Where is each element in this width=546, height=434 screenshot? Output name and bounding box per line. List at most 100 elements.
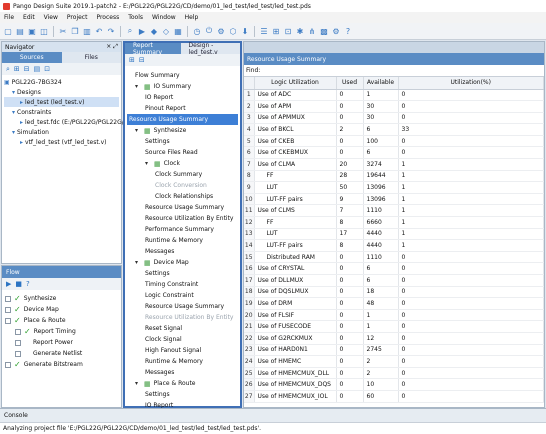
chevron-down-icon[interactable]: ▾ [135, 380, 141, 387]
flow-item[interactable]: ✓ Device Map [5, 304, 118, 315]
menu-project[interactable]: Project [67, 14, 88, 21]
search-icon[interactable]: ⌕ [6, 65, 10, 74]
flow-item[interactable]: ✓ Generate Bitstream [5, 359, 118, 370]
tab-files[interactable]: Files [61, 52, 121, 63]
checkbox[interactable] [5, 361, 11, 368]
help-icon[interactable]: ? [343, 26, 353, 36]
report-item[interactable]: Settings [135, 268, 238, 279]
tree-item[interactable]: ▾ Designs [4, 87, 119, 97]
chevron-down-icon[interactable]: ▾ [145, 160, 151, 167]
table-row[interactable]: 26 Use of HMEMCMUX_DQS 0 10 0 [244, 378, 544, 391]
schematic-icon[interactable]: ⊡ [283, 26, 293, 36]
expand-icon[interactable]: ⊞ [129, 56, 135, 64]
map-icon[interactable]: ◇ [161, 26, 171, 36]
table-row[interactable]: 1 Use of ADC 0 1 0 [244, 89, 544, 102]
table-row[interactable]: 25 Use of HMEMCMUX_DLL 0 2 0 [244, 367, 544, 380]
chevron-down-icon[interactable]: ▾ [135, 127, 141, 134]
report-item[interactable]: Clock Signal [135, 334, 238, 345]
redo-icon[interactable]: ↷ [106, 26, 116, 36]
column-header[interactable]: Available [363, 77, 399, 90]
table-row[interactable]: 11 Use of CLMS 7 1110 1 [244, 204, 544, 218]
report-item[interactable]: Clock Summary [135, 169, 238, 180]
report-item[interactable]: Logic Constraint [135, 290, 238, 301]
undo-icon[interactable]: ↶ [94, 26, 104, 36]
compile-icon[interactable]: ▶ [137, 26, 147, 36]
ip-compiler-icon[interactable]: ☰ [259, 26, 269, 36]
tree-item[interactable]: ▸ led_test (led_test.v) [4, 97, 119, 107]
report-item[interactable]: Reset Signal [135, 323, 238, 334]
paste-icon[interactable]: ▥ [82, 26, 92, 36]
checkbox[interactable] [5, 317, 11, 324]
table-row[interactable]: 9 LUT 50 13096 1 [244, 181, 544, 194]
timing-icon[interactable]: ◷ [192, 26, 202, 36]
table-row[interactable]: 10 LUT-FF pairs 9 13096 1 [244, 193, 544, 206]
table-row[interactable]: 6 Use of CKEBMUX 0 6 0 [244, 146, 544, 160]
report-item[interactable]: Settings [135, 389, 238, 400]
flow-item[interactable]: ✓ Report Timing [5, 326, 118, 337]
program-icon[interactable]: ⬇ [240, 26, 250, 36]
find-icon[interactable]: ⌕ [125, 26, 135, 36]
report-item[interactable]: Runtime & Memory [135, 235, 238, 246]
report-item[interactable]: Resource Usage Summary [127, 114, 238, 125]
table-row[interactable]: 21 Use of FUSECODE 0 1 0 [244, 320, 544, 333]
column-header[interactable]: Used [336, 77, 364, 90]
checkbox[interactable] [15, 339, 21, 346]
report-item[interactable]: Source Files Read [135, 147, 238, 158]
menu-help[interactable]: Help [185, 14, 199, 21]
report-item[interactable]: Messages [135, 367, 238, 378]
report-item[interactable]: ▾ ▦ Synthesize [135, 125, 238, 136]
flow-item[interactable]: Generate Netlist [5, 348, 118, 359]
table-row[interactable]: 17 Use of DLLMUX 0 6 0 [244, 274, 544, 287]
report-item[interactable]: IO Report [135, 92, 238, 103]
table-row[interactable]: 19 Use of DRM 0 48 0 [244, 297, 544, 310]
report-item[interactable]: Settings [135, 136, 238, 147]
expand-icon[interactable]: ⊞ [14, 65, 20, 73]
column-header[interactable]: Utilization(%) [398, 77, 544, 90]
table-row[interactable]: 23 Use of HARD0N1 0 2745 0 [244, 344, 544, 357]
flow-item[interactable]: ✓ Place & Route [5, 315, 118, 326]
report-item[interactable]: ▾ ▦ Device Map [135, 257, 238, 268]
table-row[interactable]: 3 Use of APMMUX 0 30 0 [244, 112, 544, 125]
table-row[interactable]: 2 Use of APM 0 30 0 [244, 100, 544, 113]
find-input[interactable] [263, 66, 544, 75]
debugger-icon[interactable]: ✱ [295, 26, 305, 36]
tree-item[interactable]: ▾ Simulation [4, 127, 119, 137]
report-item[interactable]: Messages [135, 246, 238, 257]
flow-item[interactable]: Report Power [5, 337, 118, 348]
synthesize-icon[interactable]: ◆ [149, 26, 159, 36]
report-item[interactable]: High Fanout Signal [135, 345, 238, 356]
place-route-icon[interactable]: ▦ [173, 26, 183, 36]
report-item[interactable]: Runtime & Memory [135, 356, 238, 367]
chevron-down-icon[interactable]: ▾ [135, 83, 141, 90]
table-row[interactable]: 12 FF 8 6660 1 [244, 216, 544, 229]
checkbox[interactable] [15, 350, 21, 357]
table-row[interactable]: 8 FF 28 19644 1 [244, 170, 544, 183]
tab-design-led-test[interactable]: Design - led_test.v [180, 42, 240, 56]
settings-icon[interactable]: ⚙ [331, 26, 341, 36]
menu-edit[interactable]: Edit [23, 14, 35, 21]
report-item[interactable]: ▾ ▦ Place & Route [135, 378, 238, 389]
chip-icon[interactable]: ▩ [319, 26, 329, 36]
table-row[interactable]: 24 Use of HMEMC 0 2 0 [244, 355, 544, 368]
close-icon[interactable]: × ⤢ [106, 43, 118, 51]
copy-icon[interactable]: ❐ [70, 26, 80, 36]
chevron-down-icon[interactable]: ▾ [135, 259, 141, 266]
stop-icon[interactable]: ■ [15, 280, 22, 288]
bitstream-icon[interactable]: ⬡ [228, 26, 238, 36]
netlist-icon[interactable]: ⚙ [216, 26, 226, 36]
table-row[interactable]: 5 Use of CKEB 0 100 0 [244, 135, 544, 148]
table-row[interactable]: 18 Use of DQSLMUX 0 18 0 [244, 286, 544, 299]
flow-item[interactable]: ✓ Synthesize [5, 293, 118, 304]
report-item[interactable]: Timing Constraint [135, 279, 238, 290]
report-item[interactable]: ▾ ▦ Clock [135, 158, 238, 169]
run-icon[interactable]: ▶ [6, 280, 11, 288]
open-folder-icon[interactable]: ▤ [15, 26, 25, 36]
share-icon[interactable]: ⋔ [307, 26, 317, 36]
help-icon[interactable]: ? [26, 280, 30, 288]
table-row[interactable]: 15 Distributed RAM 0 1110 0 [244, 251, 544, 264]
checkbox[interactable] [5, 306, 11, 313]
tree-item[interactable]: ▣ PGL22G-7BG324 [4, 77, 119, 87]
column-header[interactable] [244, 77, 255, 90]
table-row[interactable]: 20 Use of FLSIF 0 1 0 [244, 309, 544, 322]
table-row[interactable]: 27 Use of HMEMCMUX_IOL 0 60 0 [244, 390, 544, 403]
